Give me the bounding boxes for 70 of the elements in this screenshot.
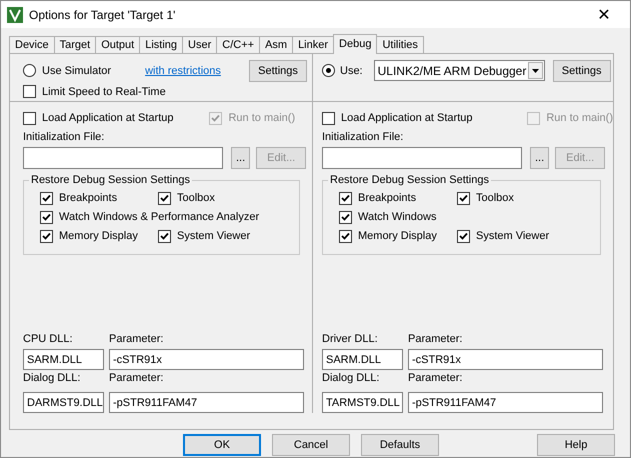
field-label: CPU DLL: bbox=[23, 333, 74, 345]
field-label: Parameter: bbox=[109, 333, 164, 345]
checkbox[interactable] bbox=[23, 112, 36, 124]
field-label: Dialog DLL: bbox=[322, 372, 380, 384]
checkbox[interactable] bbox=[457, 230, 470, 242]
checkbox[interactable] bbox=[40, 230, 53, 242]
dialog-button[interactable]: OK bbox=[183, 434, 261, 456]
checkbox-label: Toolbox bbox=[177, 192, 215, 204]
checkbox[interactable] bbox=[23, 85, 36, 98]
debugger-dropdown[interactable]: ULINK2/ME ARM Debugger bbox=[374, 60, 545, 81]
init-file-field[interactable] bbox=[23, 147, 223, 169]
radio-button[interactable] bbox=[23, 64, 36, 77]
field-label: Parameter: bbox=[408, 333, 464, 345]
field-label: Initialization File: bbox=[322, 131, 404, 143]
checkbox[interactable] bbox=[339, 192, 352, 204]
checkbox[interactable] bbox=[40, 192, 53, 204]
checkbox-label: Load Application at Startup bbox=[42, 112, 174, 124]
field-label: Dialog DLL: bbox=[23, 372, 82, 384]
browse-button[interactable]: ... bbox=[530, 147, 550, 169]
field-label: Parameter: bbox=[109, 372, 164, 384]
parameter-field[interactable]: -pSTR911FAM47 bbox=[109, 392, 304, 413]
checkbox-label: Run to main() bbox=[546, 112, 613, 124]
group-title: Restore Debug Session Settings bbox=[30, 174, 191, 186]
checkbox-label: Breakpoints bbox=[59, 192, 118, 204]
checkbox[interactable] bbox=[40, 210, 53, 224]
parameter-field[interactable]: -cSTR91x bbox=[109, 349, 304, 370]
dialog-button[interactable]: Defaults bbox=[361, 434, 439, 456]
checkbox-label: System Viewer bbox=[177, 230, 250, 242]
checkbox-label: System Viewer bbox=[476, 230, 550, 242]
checkbox[interactable] bbox=[158, 192, 171, 204]
parameter-field[interactable]: -cSTR91x bbox=[408, 349, 603, 370]
checkbox[interactable] bbox=[339, 210, 352, 224]
app-logo-icon bbox=[7, 6, 23, 22]
checkbox[interactable] bbox=[339, 230, 352, 242]
dialog-button[interactable]: Help bbox=[537, 434, 615, 456]
field-label: Parameter: bbox=[408, 372, 464, 384]
field-label: Driver DLL: bbox=[322, 333, 379, 345]
checkbox[interactable] bbox=[457, 192, 470, 204]
field-label: Initialization File: bbox=[23, 131, 104, 143]
settings-button[interactable]: Settings bbox=[249, 60, 307, 82]
dll-field[interactable]: TARMST9.DLL bbox=[322, 392, 403, 413]
dll-field[interactable]: DARMST9.DLL bbox=[23, 392, 104, 413]
checkbox-label: Memory Display bbox=[358, 230, 437, 242]
checkbox[interactable] bbox=[322, 112, 335, 124]
settings-button[interactable]: Settings bbox=[552, 60, 611, 82]
checkbox-label: Watch Windows & Performance Analyzer bbox=[59, 211, 260, 223]
dll-field[interactable]: SARM.DLL bbox=[322, 349, 403, 370]
group-title: Restore Debug Session Settings bbox=[329, 174, 490, 186]
radio-button[interactable] bbox=[322, 64, 335, 77]
dialog-button[interactable]: Cancel bbox=[272, 434, 350, 456]
tab[interactable]: Utilities bbox=[376, 36, 424, 54]
window-title: Options for Target 'Target 1' bbox=[29, 8, 176, 22]
close-button[interactable]: ✕ bbox=[584, 2, 624, 28]
checkbox-label: Memory Display bbox=[59, 230, 138, 242]
checkbox-label: Watch Windows bbox=[358, 211, 436, 223]
option-label: Use Simulator bbox=[42, 64, 112, 76]
option-label: Use: bbox=[340, 64, 363, 76]
init-file-field[interactable] bbox=[322, 147, 522, 169]
browse-button[interactable]: ... bbox=[231, 147, 250, 169]
tab[interactable]: Device bbox=[9, 36, 55, 54]
restrictions-link[interactable]: with restrictions bbox=[145, 64, 221, 76]
dll-field[interactable]: SARM.DLL bbox=[23, 349, 104, 370]
tab[interactable]: Debug bbox=[333, 34, 378, 54]
checkbox-label: Limit Speed to Real-Time bbox=[42, 86, 166, 98]
checkbox-label: Load Application at Startup bbox=[341, 112, 472, 124]
checkbox-label: Toolbox bbox=[476, 192, 514, 204]
parameter-field[interactable]: -pSTR911FAM47 bbox=[408, 392, 603, 413]
checkbox-label: Breakpoints bbox=[358, 192, 416, 204]
checkbox[interactable] bbox=[158, 230, 171, 242]
checkbox-label: Run to main() bbox=[228, 112, 296, 124]
